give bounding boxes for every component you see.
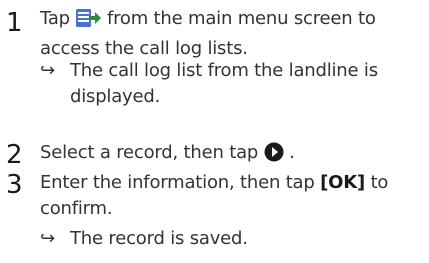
ok-key-label: [OK]: [320, 172, 366, 193]
step-number: 2: [6, 140, 23, 170]
call-log-icon: [75, 8, 102, 36]
step-result-text: The call log list from the landline is d…: [70, 60, 378, 107]
step-number: 1: [6, 8, 23, 38]
step-text-before: Enter the information, then tap: [40, 172, 321, 193]
play-circle-icon: [264, 142, 284, 170]
step-result: ↪ The record is saved.: [40, 226, 423, 252]
step-text: Select a record, then tap .: [40, 140, 423, 170]
step-result-text: The record is saved.: [70, 228, 248, 249]
step-text: Tap from the main menu screen to access …: [40, 6, 423, 62]
step-result: ↪ The call log list from the landline is…: [40, 58, 423, 110]
step-text-before: Select a record, then tap: [40, 142, 264, 163]
result-arrow-icon: ↪: [40, 60, 55, 81]
result-arrow-icon: ↪: [40, 228, 55, 249]
step-text-before: Tap: [40, 8, 76, 29]
step-text: Enter the information, then tap [OK] to …: [40, 170, 423, 222]
step-text-after: .: [289, 142, 295, 163]
step-number: 3: [6, 170, 23, 200]
